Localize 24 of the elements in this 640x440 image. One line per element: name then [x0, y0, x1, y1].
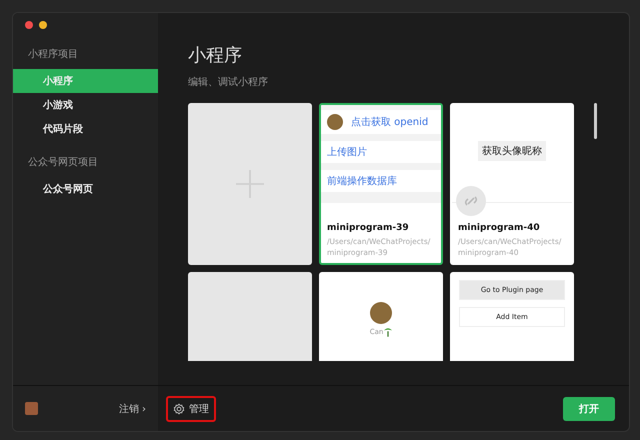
- project-name: miniprogram-39: [326, 222, 410, 235]
- plant-icon: [384, 327, 392, 337]
- avatar-icon: [327, 114, 343, 130]
- project-name: miniprogram-40: [457, 222, 541, 235]
- sidebar-item[interactable]: 小游戏: [13, 93, 158, 117]
- sidebar-item[interactable]: 公众号网页: [13, 177, 158, 201]
- sidebar-group-title: 小程序项目: [27, 48, 79, 62]
- page-title: 小程序: [188, 44, 243, 67]
- logout-link[interactable]: 注销 ›: [118, 402, 146, 416]
- sidebar-item[interactable]: 代码片段: [13, 117, 158, 141]
- scrollbar[interactable]: [594, 103, 597, 139]
- preview-link: 上传图片: [327, 146, 367, 159]
- user-avatar-icon[interactable]: [25, 402, 38, 415]
- sidebar-group-title: 公众号网页项目: [27, 156, 99, 170]
- link-logo-icon: [456, 186, 486, 216]
- preview-link: 点击获取 openid: [351, 116, 428, 129]
- page-subtitle: 编辑、调试小程序: [188, 76, 269, 89]
- preview-button: 获取头像昵称: [478, 141, 546, 161]
- minimize-icon[interactable]: [39, 21, 47, 29]
- avatar-icon: [370, 302, 392, 324]
- preview-link: 前端操作数据库: [327, 174, 397, 188]
- settings-icon: [173, 402, 185, 414]
- close-icon[interactable]: [25, 21, 33, 29]
- manage-button[interactable]: 管理: [166, 396, 216, 422]
